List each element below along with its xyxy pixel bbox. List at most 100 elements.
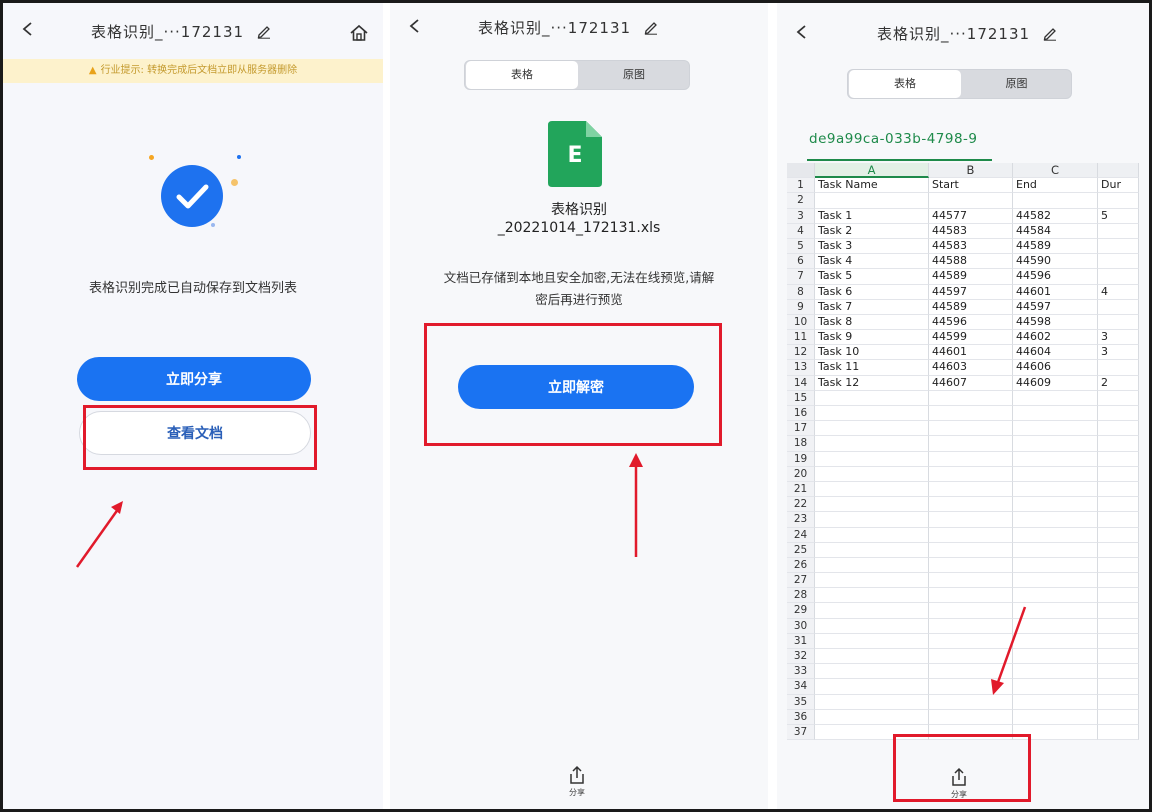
row-header[interactable]: 18	[787, 436, 815, 452]
share-button[interactable]: 分享	[557, 765, 597, 798]
table-cell[interactable]: 44589	[929, 269, 1013, 285]
row-header[interactable]: 1	[787, 178, 815, 194]
table-cell[interactable]: 44599	[929, 330, 1013, 346]
table-cell[interactable]	[815, 390, 929, 406]
table-cell[interactable]: 44589	[929, 299, 1013, 315]
table-cell[interactable]	[815, 649, 929, 665]
table-cell[interactable]	[815, 193, 929, 209]
row-header[interactable]: 25	[787, 542, 815, 558]
tab-original-image[interactable]: 原图	[962, 70, 1071, 98]
table-cell[interactable]	[1013, 709, 1098, 725]
table-cell[interactable]	[1098, 238, 1139, 255]
table-cell[interactable]	[1013, 481, 1098, 498]
row-header[interactable]: 14	[787, 375, 815, 391]
table-cell[interactable]	[1013, 193, 1098, 209]
tab-table[interactable]: 表格	[466, 61, 578, 89]
table-cell[interactable]: 44596	[1013, 269, 1098, 285]
row-header[interactable]: 34	[787, 679, 815, 695]
row-header[interactable]: 3	[787, 208, 815, 224]
table-cell[interactable]	[815, 406, 929, 422]
table-cell[interactable]: 44609	[1013, 375, 1098, 391]
table-cell[interactable]	[1098, 603, 1139, 619]
table-cell[interactable]	[929, 709, 1013, 725]
table-cell[interactable]: Task 12	[815, 375, 929, 391]
table-cell[interactable]	[1098, 421, 1139, 437]
table-cell[interactable]: 3	[1098, 330, 1139, 346]
column-header[interactable]: C	[1013, 163, 1098, 179]
row-header[interactable]: 36	[787, 709, 815, 725]
row-header[interactable]: 23	[787, 512, 815, 528]
table-cell[interactable]	[929, 466, 1013, 482]
table-cell[interactable]: 44598	[1013, 314, 1098, 331]
table-cell[interactable]	[1098, 497, 1139, 513]
table-cell[interactable]: Task 2	[815, 223, 929, 239]
table-cell[interactable]: 44602	[1013, 330, 1098, 346]
table-cell[interactable]: 44589	[1013, 238, 1098, 255]
back-icon[interactable]	[408, 18, 422, 33]
table-cell[interactable]: 3	[1098, 345, 1139, 361]
table-cell[interactable]: 44606	[1013, 360, 1098, 376]
row-header[interactable]: 24	[787, 527, 815, 543]
row-header[interactable]: 9	[787, 299, 815, 315]
table-cell[interactable]	[1098, 299, 1139, 315]
tab-table[interactable]: 表格	[849, 70, 961, 98]
table-cell[interactable]	[815, 451, 929, 467]
table-cell[interactable]	[1013, 588, 1098, 604]
table-cell[interactable]	[815, 709, 929, 725]
row-header[interactable]: 8	[787, 284, 815, 300]
row-header[interactable]: 13	[787, 360, 815, 376]
row-header[interactable]: 19	[787, 451, 815, 467]
share-now-button[interactable]: 立即分享	[77, 357, 311, 401]
table-cell[interactable]: End	[1013, 178, 1098, 194]
row-header[interactable]: 15	[787, 390, 815, 406]
row-header[interactable]: 6	[787, 254, 815, 270]
table-cell[interactable]	[1098, 664, 1139, 680]
row-header[interactable]: 16	[787, 406, 815, 422]
table-cell[interactable]	[1013, 390, 1098, 406]
table-cell[interactable]	[1098, 481, 1139, 498]
table-cell[interactable]	[1098, 406, 1139, 422]
row-header[interactable]: 17	[787, 421, 815, 437]
table-cell[interactable]	[1013, 512, 1098, 528]
table-cell[interactable]	[929, 497, 1013, 513]
table-cell[interactable]	[815, 527, 929, 543]
table-cell[interactable]: Task Name	[815, 178, 929, 194]
edit-pen-icon[interactable]	[643, 19, 659, 35]
row-header[interactable]: 28	[787, 588, 815, 604]
table-cell[interactable]: 44588	[929, 254, 1013, 270]
table-cell[interactable]	[815, 466, 929, 482]
row-header[interactable]: 26	[787, 557, 815, 574]
table-cell[interactable]	[1098, 193, 1139, 209]
table-cell[interactable]	[929, 573, 1013, 589]
column-header[interactable]: A	[815, 163, 929, 179]
row-header[interactable]: 10	[787, 314, 815, 331]
table-cell[interactable]	[1098, 557, 1139, 574]
table-cell[interactable]	[1098, 588, 1139, 604]
table-cell[interactable]: 44603	[929, 360, 1013, 376]
table-cell[interactable]: 44584	[1013, 223, 1098, 239]
table-cell[interactable]: 44607	[929, 375, 1013, 391]
row-header[interactable]: 29	[787, 603, 815, 619]
table-cell[interactable]	[1013, 406, 1098, 422]
table-cell[interactable]: 44583	[929, 238, 1013, 255]
table-cell[interactable]	[1098, 223, 1139, 239]
row-header[interactable]: 2	[787, 193, 815, 209]
table-cell[interactable]: Task 10	[815, 345, 929, 361]
table-cell[interactable]	[815, 497, 929, 513]
row-header[interactable]: 31	[787, 633, 815, 649]
table-cell[interactable]: 44601	[1013, 284, 1098, 300]
row-header[interactable]: 35	[787, 694, 815, 710]
row-header[interactable]: 11	[787, 330, 815, 346]
table-cell[interactable]	[1013, 557, 1098, 574]
table-cell[interactable]: 44590	[1013, 254, 1098, 270]
table-cell[interactable]	[1098, 451, 1139, 467]
table-cell[interactable]	[1098, 573, 1139, 589]
table-cell[interactable]	[1098, 360, 1139, 376]
table-cell[interactable]: Task 4	[815, 254, 929, 270]
table-cell[interactable]: Dur	[1098, 178, 1139, 194]
table-cell[interactable]	[1098, 527, 1139, 543]
row-header[interactable]: 7	[787, 269, 815, 285]
row-header[interactable]: 32	[787, 649, 815, 665]
table-cell[interactable]: 44597	[1013, 299, 1098, 315]
table-cell[interactable]	[1013, 497, 1098, 513]
